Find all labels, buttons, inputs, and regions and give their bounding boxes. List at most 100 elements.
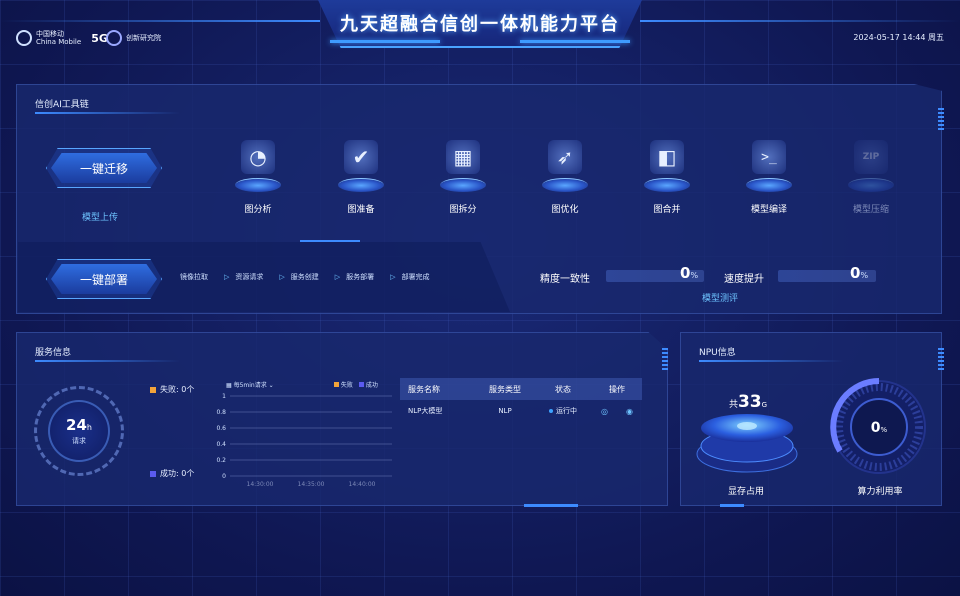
deploy-step: ▷ 服务创建: [279, 272, 318, 282]
title-underline: [699, 360, 844, 362]
header-line-right: [640, 20, 960, 22]
service-accent: [524, 504, 578, 507]
service-table: 服务名称 服务类型 状态 操作 NLP大模型 NLP 运行中 ◎ ◉: [400, 378, 642, 422]
logo-cn: 中国移动: [36, 30, 64, 38]
merge-icon: ◧: [650, 140, 684, 174]
ring-unit: h: [86, 423, 92, 432]
memory-label: 显存占用: [727, 487, 764, 497]
status-text: 运行中: [556, 407, 577, 415]
tool-pedestal: [746, 178, 792, 192]
title-underline: [35, 112, 180, 114]
tool-graph-merge[interactable]: ◧ 图合并: [632, 140, 702, 215]
utilization-value: 0%: [849, 420, 909, 436]
header-line-left: [0, 20, 320, 22]
tool-pedestal: [848, 178, 894, 192]
tool-graph-split[interactable]: ▦ 图拆分: [428, 140, 498, 215]
check-icon: ✔: [344, 140, 378, 174]
fail-swatch: [150, 386, 156, 393]
china-mobile-logo-icon: [16, 30, 32, 46]
ring-number: 24: [66, 416, 87, 434]
y-tick-label: 0: [222, 473, 226, 480]
success-stat: 成功: 0个: [150, 468, 194, 479]
x-tick-label: 14:30:00: [247, 481, 274, 488]
model-upload-link[interactable]: 模型上传: [82, 210, 118, 223]
speed-unit: %: [860, 271, 869, 280]
y-tick-label: 0.2: [216, 457, 226, 464]
model-eval-link[interactable]: 模型测评: [702, 291, 738, 304]
legend-fail: 失败: [334, 380, 353, 389]
total-unit: G: [761, 401, 768, 409]
y-tick-label: 0.8: [216, 409, 226, 416]
tool-pedestal: [235, 178, 281, 192]
institute-logo-text: 创新研究院: [126, 34, 161, 42]
step-arrow-icon: ▷: [224, 273, 230, 281]
band-accent: [300, 240, 360, 242]
cell-actions: ◎ ◉: [592, 407, 642, 416]
npu-stripes: [938, 348, 944, 370]
tool-label: 图拆分: [449, 205, 477, 215]
tool-label: 模型编译: [750, 205, 787, 215]
deploy-step: 镜像拉取: [180, 272, 208, 282]
chart-interval-select[interactable]: ▦ 每5min请求 ⌄: [226, 380, 274, 389]
tool-pedestal: [542, 178, 588, 192]
cell-service-type: NLP: [498, 407, 512, 415]
deploy-step-label: 部署完成: [401, 273, 430, 281]
total-value: 33: [737, 392, 762, 412]
migrate-button[interactable]: 一键迁移: [51, 153, 157, 183]
col-actions: 操作: [609, 384, 625, 394]
deploy-step: ▷ 服务部署: [335, 272, 374, 282]
tool-graph-analysis[interactable]: ◔ 图分析: [223, 140, 293, 215]
y-tick-label: 0.4: [216, 441, 226, 448]
title-accent-right: [520, 40, 630, 43]
request-line-chart: 0 0.2 0.4 0.6 0.8 1 14:30:00 14:35:00 14:40:00: [216, 393, 392, 488]
legend-success-swatch: [358, 382, 364, 387]
settings-icon[interactable]: ◎: [601, 407, 608, 416]
table-row[interactable]: NLP大模型 NLP 运行中 ◎ ◉: [400, 400, 642, 422]
logo-en: China Mobile: [36, 38, 82, 46]
china-mobile-logo: 中国移动 China Mobile 5G: [16, 30, 108, 46]
tool-label: 模型压缩: [852, 205, 889, 215]
step-arrow-icon: ▷: [390, 273, 396, 281]
tool-graph-prepare[interactable]: ✔ 图准备: [326, 140, 396, 215]
tool-pedestal: [338, 178, 384, 192]
zip-icon: ZIP: [854, 140, 888, 174]
view-icon[interactable]: ◉: [626, 407, 633, 416]
tool-label: 图合并: [653, 205, 681, 215]
tool-label: 图分析: [244, 205, 272, 215]
tool-pedestal: [440, 178, 486, 192]
running-dot-icon: [549, 409, 553, 413]
memory-total: 共33G: [718, 392, 778, 412]
fail-stat: 失败: 0个: [150, 384, 194, 395]
accuracy-number: 0: [680, 264, 691, 282]
tool-graph-optimize[interactable]: ➶ 图优化: [530, 140, 600, 215]
deploy-step-label: 服务创建: [290, 273, 319, 281]
chart-dropdown-label: 每5min请求: [233, 382, 267, 389]
tool-label: 图准备: [347, 205, 375, 215]
chart-legend: 失败 成功: [334, 380, 378, 389]
success-swatch: [150, 470, 156, 477]
deploy-step: ▷ 资源请求: [224, 272, 263, 282]
research-institute-logo: 创新研究院: [106, 30, 161, 46]
service-stripes: [662, 348, 668, 370]
deploy-steps: 镜像拉取 ▷ 资源请求 ▷ 服务创建 ▷ 服务部署 ▷ 部署完成: [180, 272, 430, 282]
tool-pedestal: [644, 178, 690, 192]
deploy-step-label: 镜像拉取: [180, 273, 208, 281]
y-tick-label: 1: [222, 393, 226, 400]
col-service-name: 服务名称: [408, 384, 440, 394]
rocket-icon: ➶: [548, 140, 582, 174]
col-service-type: 服务类型: [489, 384, 521, 394]
tool-model-compile[interactable]: >_ 模型编译: [734, 140, 804, 215]
deploy-button[interactable]: 一键部署: [51, 264, 157, 294]
x-tick-label: 14:40:00: [349, 481, 376, 488]
tool-model-compress[interactable]: ZIP 模型压缩: [836, 140, 906, 215]
datetime: 2024-05-17 14:44 周五: [853, 33, 944, 42]
speed-label: 速度提升: [724, 274, 764, 285]
deploy-step-label: 资源请求: [235, 273, 264, 281]
legend-success: 成功: [358, 380, 378, 389]
cell-status: 运行中: [534, 406, 592, 416]
accuracy-label: 精度一致性: [540, 274, 590, 285]
tool-label: 图优化: [551, 205, 579, 215]
total-prefix: 共: [728, 400, 738, 410]
page-title: 九天超融合信创一体机能力平台: [340, 14, 620, 35]
speed-value: 0%: [850, 264, 868, 282]
